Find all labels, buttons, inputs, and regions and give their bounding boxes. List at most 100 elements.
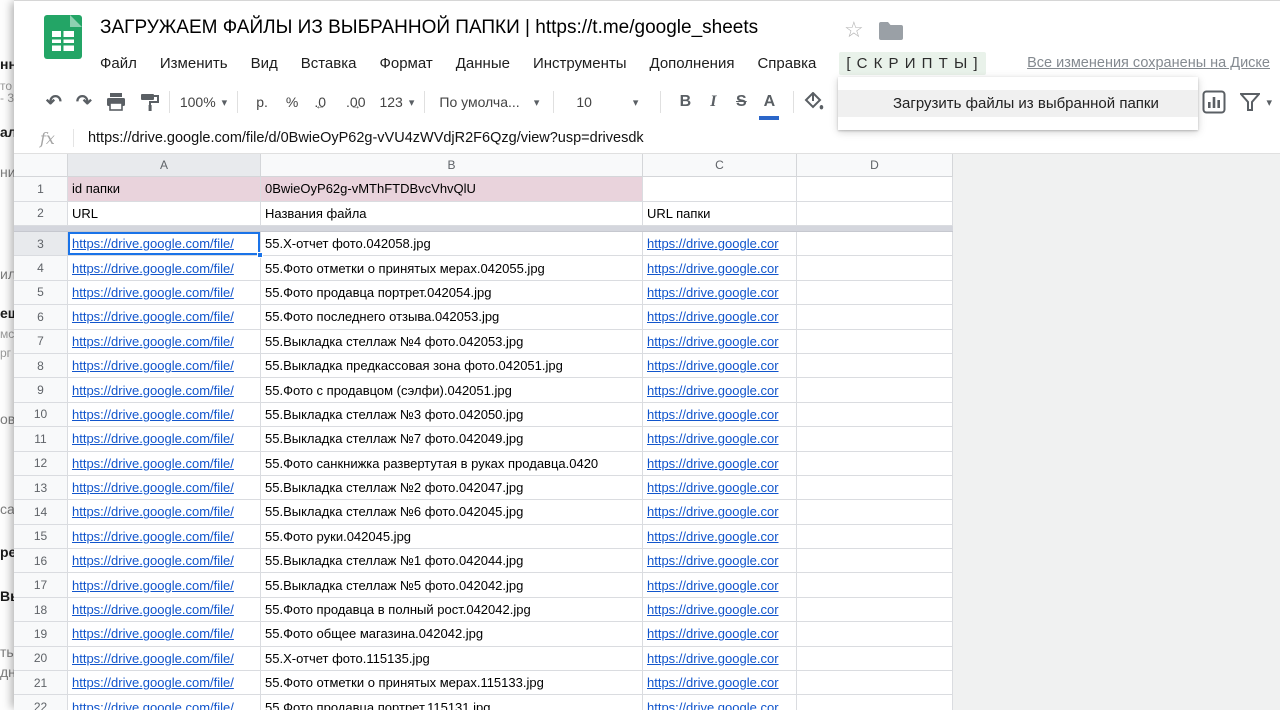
folder-url-cell[interactable]: https://drive.google.cor — [643, 451, 797, 476]
file-url-cell[interactable]: https://drive.google.com/file/ — [68, 451, 261, 476]
file-name-cell[interactable]: 55.Выкладка стеллаж №6 фото.042045.jpg — [261, 500, 643, 525]
file-url-cell[interactable]: https://drive.google.com/file/ — [68, 524, 261, 550]
empty-cell[interactable] — [797, 451, 953, 476]
empty-cell[interactable] — [797, 500, 953, 525]
empty-cell[interactable] — [797, 695, 953, 710]
more-formats-button[interactable]: 123 ▾ — [379, 88, 414, 116]
file-link[interactable]: https://drive.google.com/file/ — [72, 261, 234, 276]
filter-button[interactable] — [1240, 88, 1261, 116]
redo-button[interactable]: ↷ — [76, 88, 92, 116]
folder-link[interactable]: https://drive.google.cor — [647, 480, 779, 495]
cell-filename-header[interactable]: Названия файла — [261, 201, 643, 226]
folder-link[interactable]: https://drive.google.cor — [647, 309, 779, 324]
saved-status-link[interactable]: Все изменения сохранены на Диске — [1027, 55, 1270, 71]
formula-input[interactable]: https://drive.google.com/file/d/0BwieOyP… — [88, 130, 644, 146]
row-number[interactable]: 8 — [14, 353, 68, 379]
file-url-cell[interactable]: https://drive.google.com/file/ — [68, 280, 261, 306]
file-name-cell[interactable]: 55.Фото с продавцом (сэлфи).042051.jpg — [261, 378, 643, 403]
menu-item[interactable]: Формат — [379, 55, 432, 72]
strikethrough-button[interactable]: S — [727, 88, 755, 116]
column-header[interactable]: D — [797, 154, 953, 177]
print-button[interactable] — [106, 88, 126, 116]
font-size-select[interactable]: 10 ▾ — [564, 88, 650, 116]
row-number[interactable]: 11 — [14, 427, 68, 452]
file-link[interactable]: https://drive.google.com/file/ — [72, 334, 234, 349]
folder-link[interactable]: https://drive.google.cor — [647, 675, 779, 690]
star-icon[interactable]: ☆ — [844, 17, 864, 43]
folder-url-cell[interactable]: https://drive.google.cor — [643, 549, 797, 574]
file-name-cell[interactable]: 55.Фото продавца в полный рост.042042.jp… — [261, 597, 643, 623]
row-number[interactable]: 17 — [14, 573, 68, 598]
folder-link[interactable]: https://drive.google.cor — [647, 553, 779, 568]
folder-link[interactable]: https://drive.google.cor — [647, 236, 779, 251]
folder-url-cell[interactable]: https://drive.google.cor — [643, 500, 797, 525]
file-link[interactable]: https://drive.google.com/file/ — [72, 285, 234, 300]
italic-button[interactable]: I — [699, 88, 727, 116]
file-url-cell[interactable]: https://drive.google.com/file/ — [68, 256, 261, 281]
font-family-select[interactable]: По умолча... ▾ — [435, 88, 543, 116]
row-number[interactable]: 15 — [14, 524, 68, 550]
row-number[interactable]: 2 — [14, 201, 68, 226]
folder-link[interactable]: https://drive.google.cor — [647, 261, 779, 276]
file-url-cell[interactable]: https://drive.google.com/file/ — [68, 597, 261, 623]
empty-cell[interactable] — [797, 573, 953, 598]
folder-link[interactable]: https://drive.google.cor — [647, 602, 779, 617]
row-number[interactable]: 13 — [14, 475, 68, 501]
row-number[interactable]: 4 — [14, 256, 68, 281]
empty-cell[interactable] — [797, 646, 953, 672]
folder-link[interactable]: https://drive.google.cor — [647, 529, 779, 544]
folder-link[interactable]: https://drive.google.cor — [647, 358, 779, 373]
folder-link[interactable]: https://drive.google.cor — [647, 407, 779, 422]
row-number[interactable]: 22 — [14, 695, 68, 710]
folder-icon[interactable] — [878, 21, 904, 41]
increase-decimals-button[interactable]: .00 → — [340, 88, 371, 116]
file-link[interactable]: https://drive.google.com/file/ — [72, 456, 234, 471]
folder-link[interactable]: https://drive.google.cor — [647, 504, 779, 519]
row-number[interactable]: 10 — [14, 402, 68, 428]
file-url-cell[interactable]: https://drive.google.com/file/ — [68, 475, 261, 501]
folder-url-cell[interactable]: https://drive.google.cor — [643, 256, 797, 281]
empty-cell[interactable] — [797, 524, 953, 550]
folder-url-cell[interactable]: https://drive.google.cor — [643, 573, 797, 598]
empty-cell[interactable] — [797, 232, 953, 257]
row-number[interactable]: 21 — [14, 671, 68, 696]
zoom-select[interactable]: 100% ▾ — [180, 88, 227, 116]
row-number[interactable]: 18 — [14, 597, 68, 623]
row-number[interactable]: 16 — [14, 549, 68, 574]
file-name-cell[interactable]: 55.Фото продавца портрет.042054.jpg — [261, 280, 643, 306]
folder-url-cell[interactable]: https://drive.google.cor — [643, 232, 797, 257]
file-name-cell[interactable]: 55.Фото санкнижка развертутая в руках пр… — [261, 451, 643, 476]
undo-button[interactable]: ↶ — [46, 88, 62, 116]
menu-scripts[interactable]: [ С К Р И П Т Ы ] — [839, 51, 986, 75]
row-number[interactable]: 5 — [14, 280, 68, 306]
empty-cell[interactable] — [797, 402, 953, 428]
column-header[interactable]: A — [68, 154, 261, 177]
file-url-cell[interactable]: https://drive.google.com/file/ — [68, 695, 261, 710]
folder-url-cell[interactable]: https://drive.google.cor — [643, 597, 797, 623]
file-link[interactable]: https://drive.google.com/file/ — [72, 602, 234, 617]
folder-url-cell[interactable]: https://drive.google.cor — [643, 427, 797, 452]
file-url-cell[interactable]: https://drive.google.com/file/ — [68, 232, 263, 259]
row-number[interactable]: 12 — [14, 451, 68, 476]
file-url-cell[interactable]: https://drive.google.com/file/ — [68, 500, 261, 525]
document-title[interactable]: ЗАГРУЖАЕМ ФАЙЛЫ ИЗ ВЫБРАННОЙ ПАПКИ | htt… — [100, 17, 758, 39]
fill-color-button[interactable] — [804, 88, 824, 116]
file-link[interactable]: https://drive.google.com/file/ — [72, 309, 234, 324]
menu-item[interactable]: Дополнения — [650, 55, 735, 72]
file-link[interactable]: https://drive.google.com/file/ — [72, 700, 234, 710]
select-all-corner[interactable] — [14, 154, 68, 177]
google-sheets-logo-icon[interactable] — [40, 14, 86, 60]
file-name-cell[interactable]: 55.Выкладка стеллаж №5 фото.042042.jpg — [261, 573, 643, 598]
empty-cell[interactable] — [797, 671, 953, 696]
file-url-cell[interactable]: https://drive.google.com/file/ — [68, 573, 261, 598]
empty-cell[interactable] — [797, 427, 953, 452]
folder-link[interactable]: https://drive.google.cor — [647, 626, 779, 641]
cell-url-header[interactable]: URL — [68, 201, 261, 226]
folder-url-cell[interactable]: https://drive.google.cor — [643, 280, 797, 306]
empty-cell[interactable] — [797, 177, 953, 202]
folder-url-cell[interactable]: https://drive.google.cor — [643, 402, 797, 428]
file-link[interactable]: https://drive.google.com/file/ — [72, 553, 234, 568]
folder-url-cell[interactable]: https://drive.google.cor — [643, 646, 797, 672]
file-link[interactable]: https://drive.google.com/file/ — [72, 480, 234, 495]
folder-url-cell[interactable]: https://drive.google.cor — [643, 671, 797, 696]
